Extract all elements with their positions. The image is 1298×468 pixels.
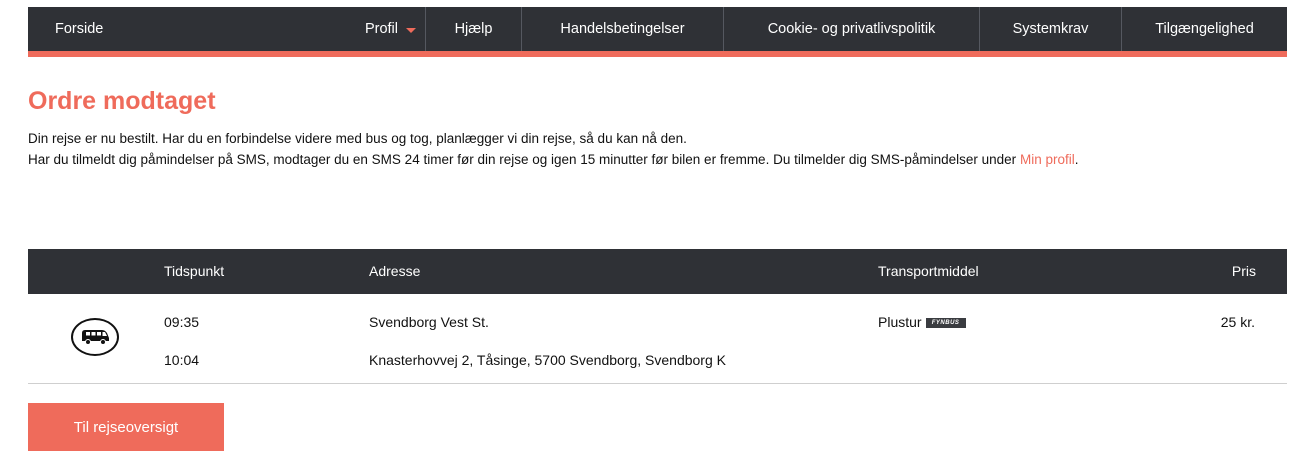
top-navigation: Forside Profil Hjælp Handelsbetingelser … xyxy=(28,7,1287,51)
nav-item-label: Profil xyxy=(364,21,399,37)
nav-item-systemkrav[interactable]: Systemkrav xyxy=(979,7,1121,51)
nav-item-label: Hjælp xyxy=(454,21,493,37)
nav-item-cookie-policy[interactable]: Cookie- og privatlivspolitik xyxy=(723,7,979,51)
trip-table-header: Tidspunkt Adresse Transportmiddel Pris xyxy=(28,249,1287,294)
nav-item-handelsbetingelser[interactable]: Handelsbetingelser xyxy=(521,7,723,51)
departure-address: Svendborg Vest St. xyxy=(369,314,489,330)
order-confirmation-text: Din rejse er nu bestilt. Har du en forbi… xyxy=(28,128,1268,170)
intro-line-2: Har du tilmeldt dig påmindelser på SMS, … xyxy=(28,149,1268,170)
col-header-price: Pris xyxy=(1231,263,1256,279)
nav-item-tilgaengelighed[interactable]: Tilgængelighed xyxy=(1121,7,1287,51)
arrival-time: 10:04 xyxy=(164,352,200,368)
nav-item-label: Handelsbetingelser xyxy=(560,21,685,37)
fynbus-logo: FYNBUS xyxy=(925,318,966,329)
bus-icon xyxy=(71,318,119,356)
nav-item-hjaelp[interactable]: Hjælp xyxy=(425,7,521,51)
trip-price: 25 kr. xyxy=(1220,314,1255,330)
my-profile-link[interactable]: Min profil xyxy=(1020,152,1075,167)
nav-item-profil[interactable]: Profil xyxy=(356,7,425,51)
transport-label: Plustur xyxy=(878,314,922,330)
col-header-time: Tidspunkt xyxy=(164,263,225,279)
col-header-address: Adresse xyxy=(369,263,421,279)
page-title: Ordre modtaget xyxy=(28,87,216,115)
arrival-address: Knasterhovvej 2, Tåsinge, 5700 Svendborg… xyxy=(369,352,726,368)
intro-line-1: Din rejse er nu bestilt. Har du en forbi… xyxy=(28,131,687,146)
transport-mode: Plustur FYNBUS xyxy=(878,314,966,330)
nav-item-label: Cookie- og privatlivspolitik xyxy=(767,21,936,37)
intro-period: . xyxy=(1074,152,1079,167)
nav-item-label: Systemkrav xyxy=(1012,21,1089,37)
nav-item-label: Tilgængelighed xyxy=(1155,21,1254,37)
nav-accent-line xyxy=(28,51,1287,57)
col-header-transport: Transportmiddel xyxy=(878,263,979,279)
intro-line-2-text: Har du tilmeldt dig påmindelser på SMS, … xyxy=(28,152,1017,167)
departure-time: 09:35 xyxy=(164,314,200,330)
table-divider xyxy=(28,383,1287,384)
trip-overview-button[interactable]: Til rejseoversigt xyxy=(28,403,224,451)
caret-down-icon xyxy=(406,27,417,33)
nav-home-link[interactable]: Forside xyxy=(28,7,356,51)
nav-home-label: Forside xyxy=(55,21,104,37)
